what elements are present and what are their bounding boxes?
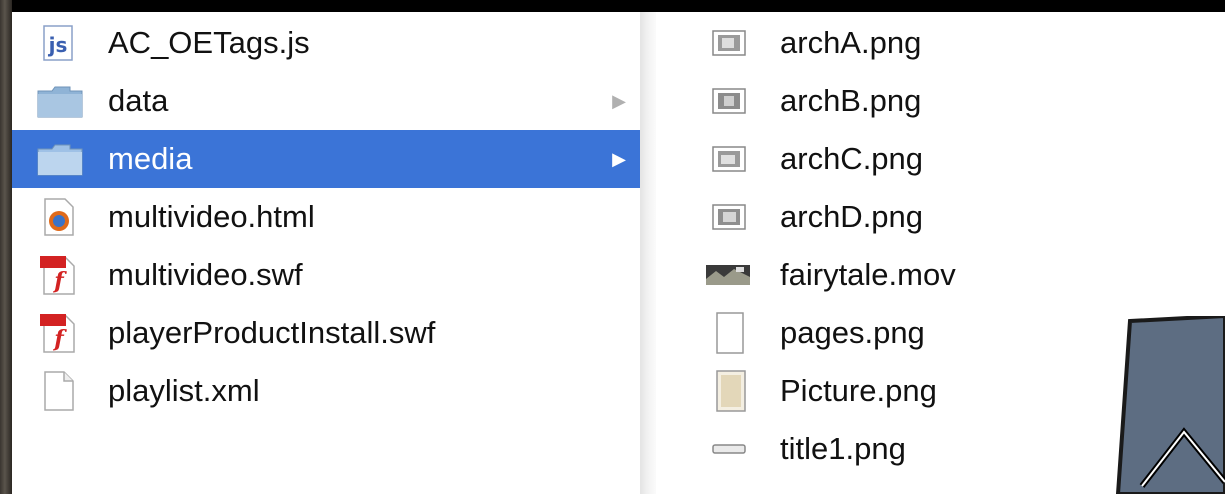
file-name-label: archA.png (780, 25, 922, 60)
document-icon (44, 371, 74, 411)
file-name-label: Picture.png (780, 373, 937, 408)
list-item-archa-png[interactable]: archA.png (656, 14, 1225, 72)
finder-column-view-stage: js AC_OETags.js data ▶ media ▶ multivide… (0, 0, 1225, 494)
html-file-icon (44, 198, 74, 236)
image-thumbnail-icon (712, 88, 746, 114)
folder-icon (37, 86, 83, 118)
flash-file-icon: f (40, 314, 75, 353)
thin-bar-thumbnail-icon (712, 444, 746, 454)
file-name-label: fairytale.mov (780, 257, 956, 292)
file-name-label: archD.png (780, 199, 924, 234)
file-name-label: multivideo.html (108, 199, 315, 234)
list-item-data-folder[interactable]: data ▶ (12, 72, 640, 130)
file-name-label: playlist.xml (108, 373, 260, 408)
disclosure-chevron-icon[interactable]: ▶ (612, 91, 626, 112)
file-name-label: title1.png (780, 431, 906, 466)
list-item-archd-png[interactable]: archD.png (656, 188, 1225, 246)
file-name-label: archB.png (780, 83, 922, 118)
flash-file-icon: f (40, 256, 75, 295)
disclosure-chevron-icon[interactable]: ▶ (612, 149, 626, 170)
list-item-media-folder[interactable]: media ▶ (12, 130, 640, 188)
list-item-playlist-xml[interactable]: playlist.xml (12, 362, 640, 420)
file-name-label: multivideo.swf (108, 257, 303, 292)
column-resize-divider[interactable] (640, 12, 656, 494)
picture-thumbnail-icon (716, 370, 746, 412)
list-item-multivideo-html[interactable]: multivideo.html (12, 188, 640, 246)
image-thumbnail-icon (712, 30, 746, 56)
js-file-icon: js (43, 25, 73, 61)
finder-column-left[interactable]: js AC_OETags.js data ▶ media ▶ multivide… (12, 12, 640, 494)
image-thumbnail-icon (712, 146, 746, 172)
blank-page-icon (716, 312, 744, 354)
list-item-archc-png[interactable]: archC.png (656, 130, 1225, 188)
list-item-ac-oetags-js[interactable]: js AC_OETags.js (12, 14, 640, 72)
desktop-background-strip (0, 0, 12, 494)
folder-name-label: data (108, 83, 169, 118)
file-name-label: playerProductInstall.swf (108, 315, 436, 350)
list-item-archb-png[interactable]: archB.png (656, 72, 1225, 130)
folder-icon (37, 144, 83, 176)
pointer-arrow-callout-icon (1115, 316, 1225, 494)
file-name-label: AC_OETags.js (108, 25, 310, 60)
list-item-fairytale-mov[interactable]: fairytale.mov (656, 246, 1225, 304)
svg-text:js: js (48, 33, 68, 57)
folder-name-label: media (108, 141, 193, 176)
movie-thumbnail-icon (706, 265, 750, 285)
image-thumbnail-icon (712, 204, 746, 230)
file-name-label: archC.png (780, 141, 924, 176)
list-item-playerproductinstall-swf[interactable]: f playerProductInstall.swf (12, 304, 640, 362)
list-item-multivideo-swf[interactable]: f multivideo.swf (12, 246, 640, 304)
file-name-label: pages.png (780, 315, 925, 350)
